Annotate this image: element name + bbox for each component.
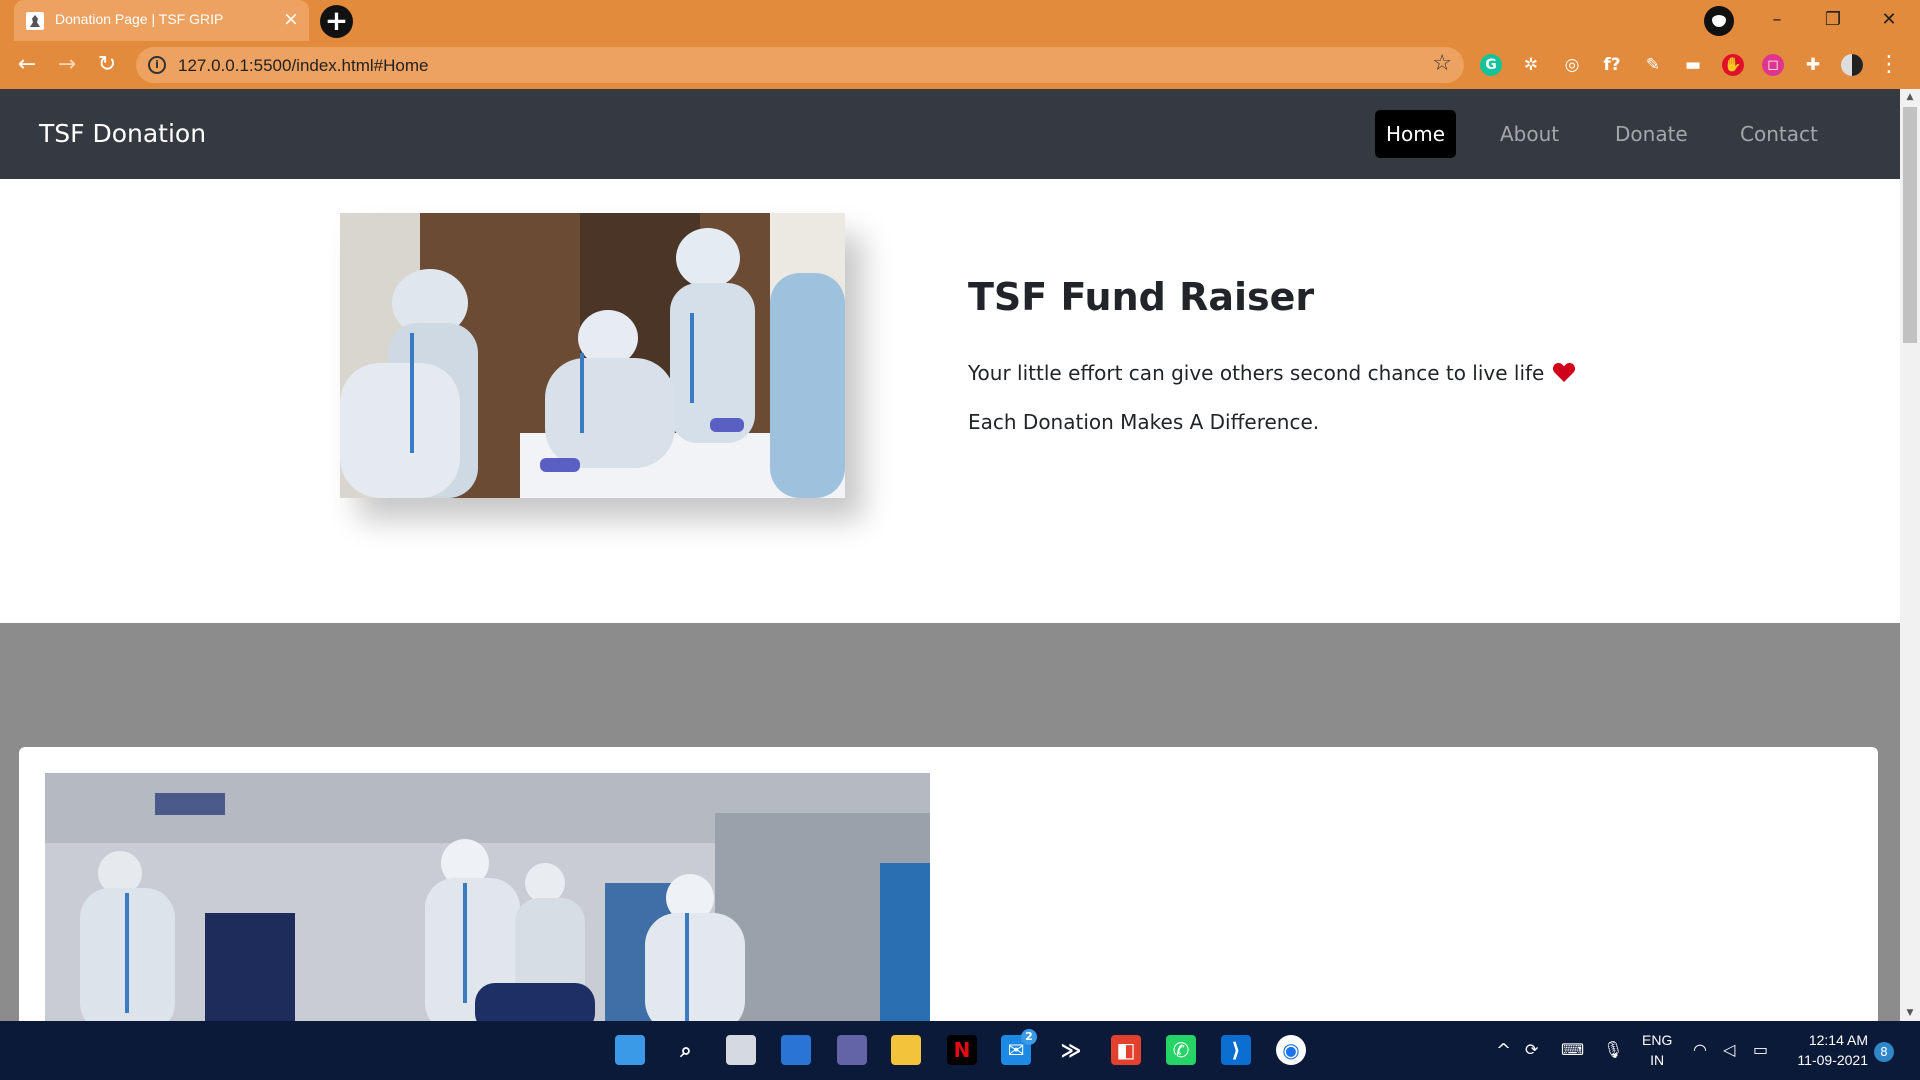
favicon-icon [26, 12, 44, 30]
tab-title: Donation Page | TSF GRIP [55, 11, 224, 27]
battery-icon[interactable]: ▭ [1753, 1040, 1768, 1059]
close-window-button[interactable]: ✕ [1866, 5, 1912, 35]
browser-titlebar: Donation Page | TSF GRIP × + – ❐ ✕ [0, 0, 1920, 41]
hero-section: TSF Fund Raiser Your little effort can g… [0, 179, 1900, 623]
vscode-icon[interactable]: ⟩ [1221, 1035, 1251, 1065]
minimize-button[interactable]: – [1754, 5, 1800, 35]
url-text[interactable]: 127.0.0.1:5500/index.html#Home [178, 56, 428, 76]
fonts-ninja-icon[interactable]: f? [1601, 54, 1623, 76]
heart-icon [1553, 363, 1576, 382]
netflix-icon[interactable]: N [947, 1035, 977, 1065]
gallery-section [0, 623, 1900, 1021]
vscode-insiders-icon[interactable]: ≫ [1056, 1035, 1086, 1065]
browser-toolbar: ← → ↻ i 127.0.0.1:5500/index.html#Home ☆… [0, 41, 1920, 89]
site-info-icon[interactable]: i [148, 56, 166, 74]
scroll-thumb[interactable] [1903, 107, 1917, 343]
microphone-icon[interactable]: 🎙 [1603, 1040, 1623, 1059]
hero-subline: Each Donation Makes A Difference. [968, 410, 1320, 434]
tray-chevron-icon[interactable]: ^ [1496, 1040, 1511, 1061]
scroll-down-arrow[interactable]: ▼ [1900, 1005, 1920, 1021]
adblock-icon[interactable]: ✋ [1722, 54, 1744, 76]
color-picker-icon[interactable]: ✎ [1642, 54, 1664, 76]
back-button[interactable]: ← [11, 49, 43, 81]
lang-region: IN [1650, 1052, 1665, 1068]
react-devtools-icon[interactable]: ✲ [1520, 54, 1542, 76]
avatar-shade [1852, 54, 1863, 76]
health-workers-photo [340, 213, 845, 498]
mail-unread-badge: 2 [1021, 1029, 1037, 1045]
bookmark-star-icon[interactable]: ☆ [1432, 51, 1452, 76]
site-navbar: TSF Donation Home About Donate Contact [0, 89, 1900, 179]
profile-avatar[interactable] [1841, 54, 1863, 76]
media-control-icon[interactable] [1704, 6, 1734, 36]
nav-link-home[interactable]: Home [1375, 110, 1457, 158]
file-explorer-icon[interactable] [891, 1035, 921, 1065]
wifi-icon[interactable]: ◠ [1693, 1040, 1707, 1059]
widgets-icon[interactable] [781, 1035, 811, 1065]
content-card [19, 747, 1878, 1021]
whatsapp-icon[interactable]: ✆ [1166, 1035, 1196, 1065]
hero-title: TSF Fund Raiser [968, 275, 1315, 319]
glasses-icon[interactable]: ▬ [1682, 54, 1704, 76]
tab-close-button[interactable]: × [280, 8, 302, 30]
mail-icon[interactable]: ✉ 2 [1001, 1029, 1037, 1065]
sync-icon[interactable]: ⟳ [1525, 1040, 1538, 1059]
card-image-ward [45, 773, 930, 1021]
task-view-icon[interactable] [726, 1035, 756, 1065]
hero-tagline-text: Your little effort can give others secon… [968, 361, 1545, 385]
page-viewport: TSF Donation Home About Donate Contact T… [0, 89, 1900, 1021]
keyboard-icon[interactable]: ⌨ [1561, 1040, 1584, 1059]
target-icon[interactable]: ◎ [1561, 54, 1583, 76]
clock-time: 12:14 AM [1808, 1032, 1868, 1048]
scroll-up-arrow[interactable]: ▲ [1900, 89, 1920, 105]
restore-button[interactable]: ❐ [1810, 5, 1856, 35]
nav-link-contact[interactable]: Contact [1729, 110, 1829, 158]
nav-link-donate[interactable]: Donate [1604, 110, 1699, 158]
hero-image-health-workers [340, 213, 845, 498]
volume-icon[interactable]: ◁ [1723, 1040, 1735, 1059]
hospital-ward-photo [45, 773, 930, 1021]
notification-badge[interactable]: 8 [1874, 1042, 1894, 1062]
clock[interactable]: 12:14 AM 11-09-2021 [1786, 1030, 1868, 1070]
address-bar[interactable]: i 127.0.0.1:5500/index.html#Home ☆ [136, 47, 1464, 83]
teams-chat-icon[interactable] [837, 1035, 867, 1065]
forward-button[interactable]: → [51, 49, 83, 81]
clock-date: 11-09-2021 [1797, 1052, 1868, 1068]
language-indicator[interactable]: ENG IN [1642, 1030, 1672, 1070]
reload-button[interactable]: ↻ [91, 49, 123, 81]
hero-tagline: Your little effort can give others secon… [968, 361, 1576, 385]
browser-tab[interactable]: Donation Page | TSF GRIP × [14, 0, 309, 41]
grammarly-icon[interactable]: G [1480, 54, 1502, 76]
lang-code: ENG [1642, 1032, 1673, 1048]
chrome-icon[interactable]: ◉ [1276, 1035, 1306, 1065]
search-icon[interactable]: ⌕ [671, 1035, 701, 1065]
site-brand[interactable]: TSF Donation [39, 119, 206, 148]
page-scrollbar[interactable]: ▲ ▼ [1900, 89, 1920, 1021]
nav-link-about[interactable]: About [1489, 110, 1570, 158]
extensions-puzzle-icon[interactable]: ✚ [1802, 54, 1824, 76]
windows-start-icon[interactable] [615, 1035, 645, 1065]
windows-taskbar: ⌕ N ✉ 2 ≫ ◧ ✆ ⟩ ◉ ^ ⟳ ⌨ 🎙 ENG IN ◠ ◁ ▭ 12:14 AM … [0, 1021, 1920, 1080]
new-tab-button[interactable]: + [320, 5, 353, 38]
office-icon[interactable]: ◧ [1111, 1035, 1141, 1065]
tagassistant-icon[interactable]: ◻ [1762, 54, 1784, 76]
browser-menu-button[interactable]: ⋮ [1878, 49, 1900, 81]
